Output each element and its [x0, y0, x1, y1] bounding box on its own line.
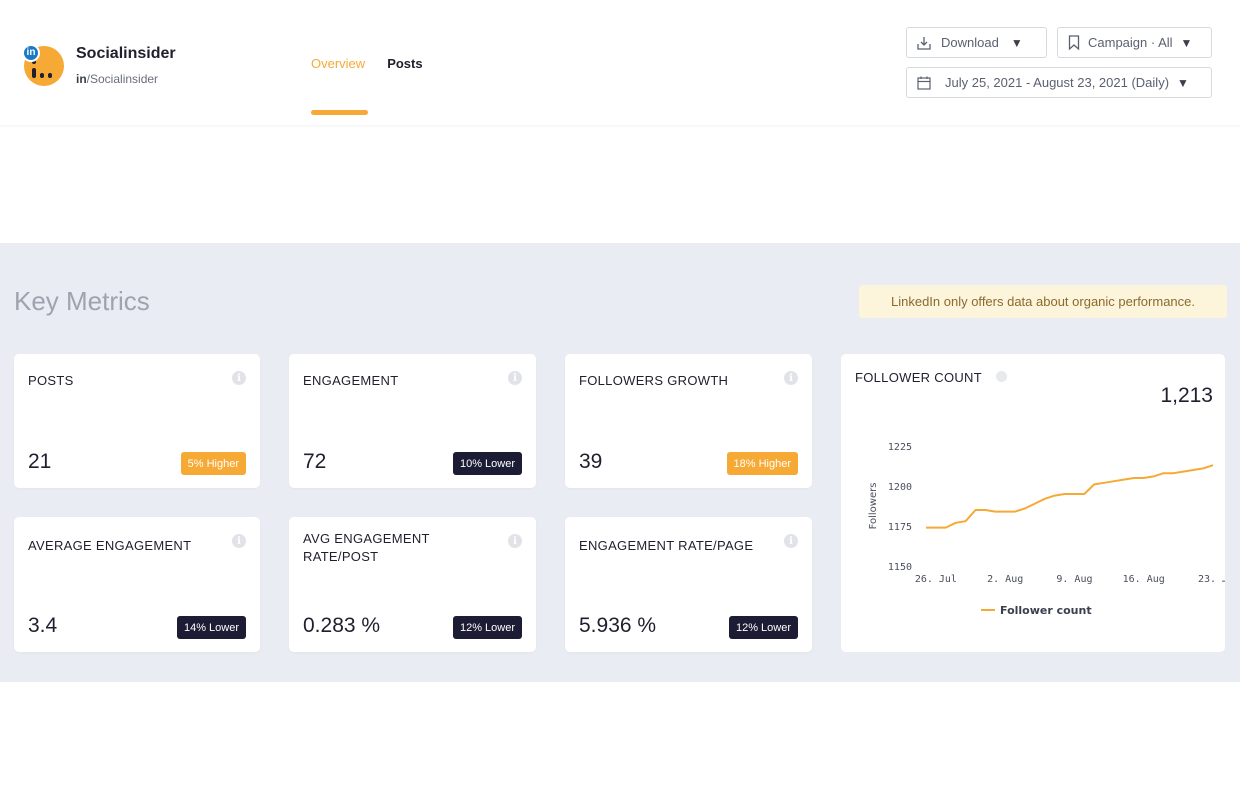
dashboard: Key Metrics LinkedIn only offers data ab… [0, 118, 1240, 682]
active-tab-indicator [311, 110, 368, 115]
metric-title: POSTS [28, 373, 74, 388]
date-range-picker[interactable]: July 25, 2021 - August 23, 2021 (Daily) … [906, 67, 1212, 98]
legend-label: Follower count [1000, 604, 1092, 617]
trend-badge: 18% Higher [726, 452, 798, 475]
linkedin-icon: in [22, 43, 40, 62]
download-label: Download [941, 35, 999, 50]
section-title: Key Metrics [14, 286, 150, 316]
info-icon[interactable]: i [508, 371, 522, 385]
trend-badge: 12% Lower [728, 616, 798, 639]
metric-title: ENGAGEMENT [303, 373, 399, 388]
metric-title: AVERAGE ENGAGEMENT [28, 538, 192, 553]
metric-card-avg-engagement-rate-post: AVG ENGAGEMENT RATE/POST i 0.283 % 12% L… [289, 517, 536, 652]
y-tick-label: 1225 [888, 442, 912, 453]
metric-card-engagement: ENGAGEMENT i 72 10% Lower [289, 354, 536, 488]
campaign-label: Campaign · All [1088, 35, 1173, 50]
avatar-dot [32, 67, 36, 78]
series-line [926, 464, 1214, 529]
trend-badge: 12% Lower [452, 616, 522, 639]
info-icon[interactable]: i [232, 371, 246, 385]
tab-overview[interactable]: Overview [311, 56, 365, 71]
campaign-select[interactable]: Campaign · All ▼ [1057, 27, 1212, 58]
y-axis-label: Followers [868, 483, 879, 530]
y-tick-label: 1200 [888, 482, 912, 493]
avatar-dot [40, 72, 44, 78]
metric-title: AVG ENGAGEMENT RATE/POST [303, 531, 430, 564]
info-icon[interactable]: i [508, 534, 522, 548]
trend-badge: 14% Lower [176, 616, 246, 639]
y-tick-label: 1150 [888, 562, 912, 573]
trend-badge: 5% Higher [180, 452, 246, 475]
y-tick-label: 1175 [888, 522, 912, 533]
metric-card-followers-growth: FOLLOWERS GROWTH i 39 18% Higher [565, 354, 812, 488]
chevron-down-icon: ▼ [1177, 75, 1189, 90]
follower-count-card: FOLLOWER COUNT 1,213 1225 1200 1175 1150 Fol… [841, 354, 1225, 652]
avatar: in [22, 43, 64, 86]
metric-value: 39 [579, 450, 603, 473]
profile-handle: in/Socialinsider [76, 72, 159, 86]
info-icon[interactable]: i [784, 371, 798, 385]
tab-posts[interactable]: Posts [387, 56, 422, 71]
chevron-down-icon: ▼ [1180, 35, 1193, 50]
x-tick-label: 23. … [1198, 574, 1225, 585]
metric-title: ENGAGEMENT RATE/PAGE [579, 538, 754, 553]
metric-card-average-engagement: AVERAGE ENGAGEMENT i 3.4 14% Lower [14, 517, 260, 652]
metric-value: 72 [303, 450, 327, 473]
info-icon[interactable]: i [784, 534, 798, 548]
chevron-down-icon: ▼ [1010, 35, 1023, 50]
metric-value: 5.936 % [579, 614, 657, 637]
profile-name: Socialinsider [76, 45, 176, 62]
tab-bar: Overview Posts [311, 56, 423, 71]
metric-value: 3.4 [28, 614, 58, 637]
x-tick-label: 16. Aug [1123, 574, 1165, 585]
date-range-label: July 25, 2021 - August 23, 2021 (Daily) [945, 75, 1170, 90]
download-icon [917, 36, 931, 50]
x-tick-label: 9. Aug [1056, 574, 1092, 585]
metric-card-posts: POSTS i 21 5% Higher [14, 354, 260, 488]
bookmark-icon [1068, 35, 1080, 50]
metric-value: 21 [28, 450, 52, 473]
top-bar: in Socialinsider in/Socialinsider Overvi… [0, 0, 1240, 125]
x-tick-label: 26. Jul [915, 574, 957, 585]
avatar-dot [48, 72, 52, 78]
calendar-icon [917, 76, 931, 90]
follower-count-chart: 1225 1200 1175 1150 Followers 26. Jul 2. Aug 9.… [868, 442, 1225, 617]
info-icon[interactable]: i [232, 534, 246, 548]
trend-badge: 10% Lower [452, 452, 522, 475]
metric-value: 0.283 % [303, 614, 381, 637]
metric-title: FOLLOWERS GROWTH [579, 373, 729, 388]
metric-card-engagement-rate-page: ENGAGEMENT RATE/PAGE i 5.936 % 12% Lower [565, 517, 812, 652]
brand: in Socialinsider in/Socialinsider [22, 43, 176, 86]
organic-data-notice: LinkedIn only offers data about organic … [859, 285, 1227, 318]
download-button[interactable]: Download ▼ [906, 27, 1047, 58]
x-tick-label: 2. Aug [987, 574, 1023, 585]
